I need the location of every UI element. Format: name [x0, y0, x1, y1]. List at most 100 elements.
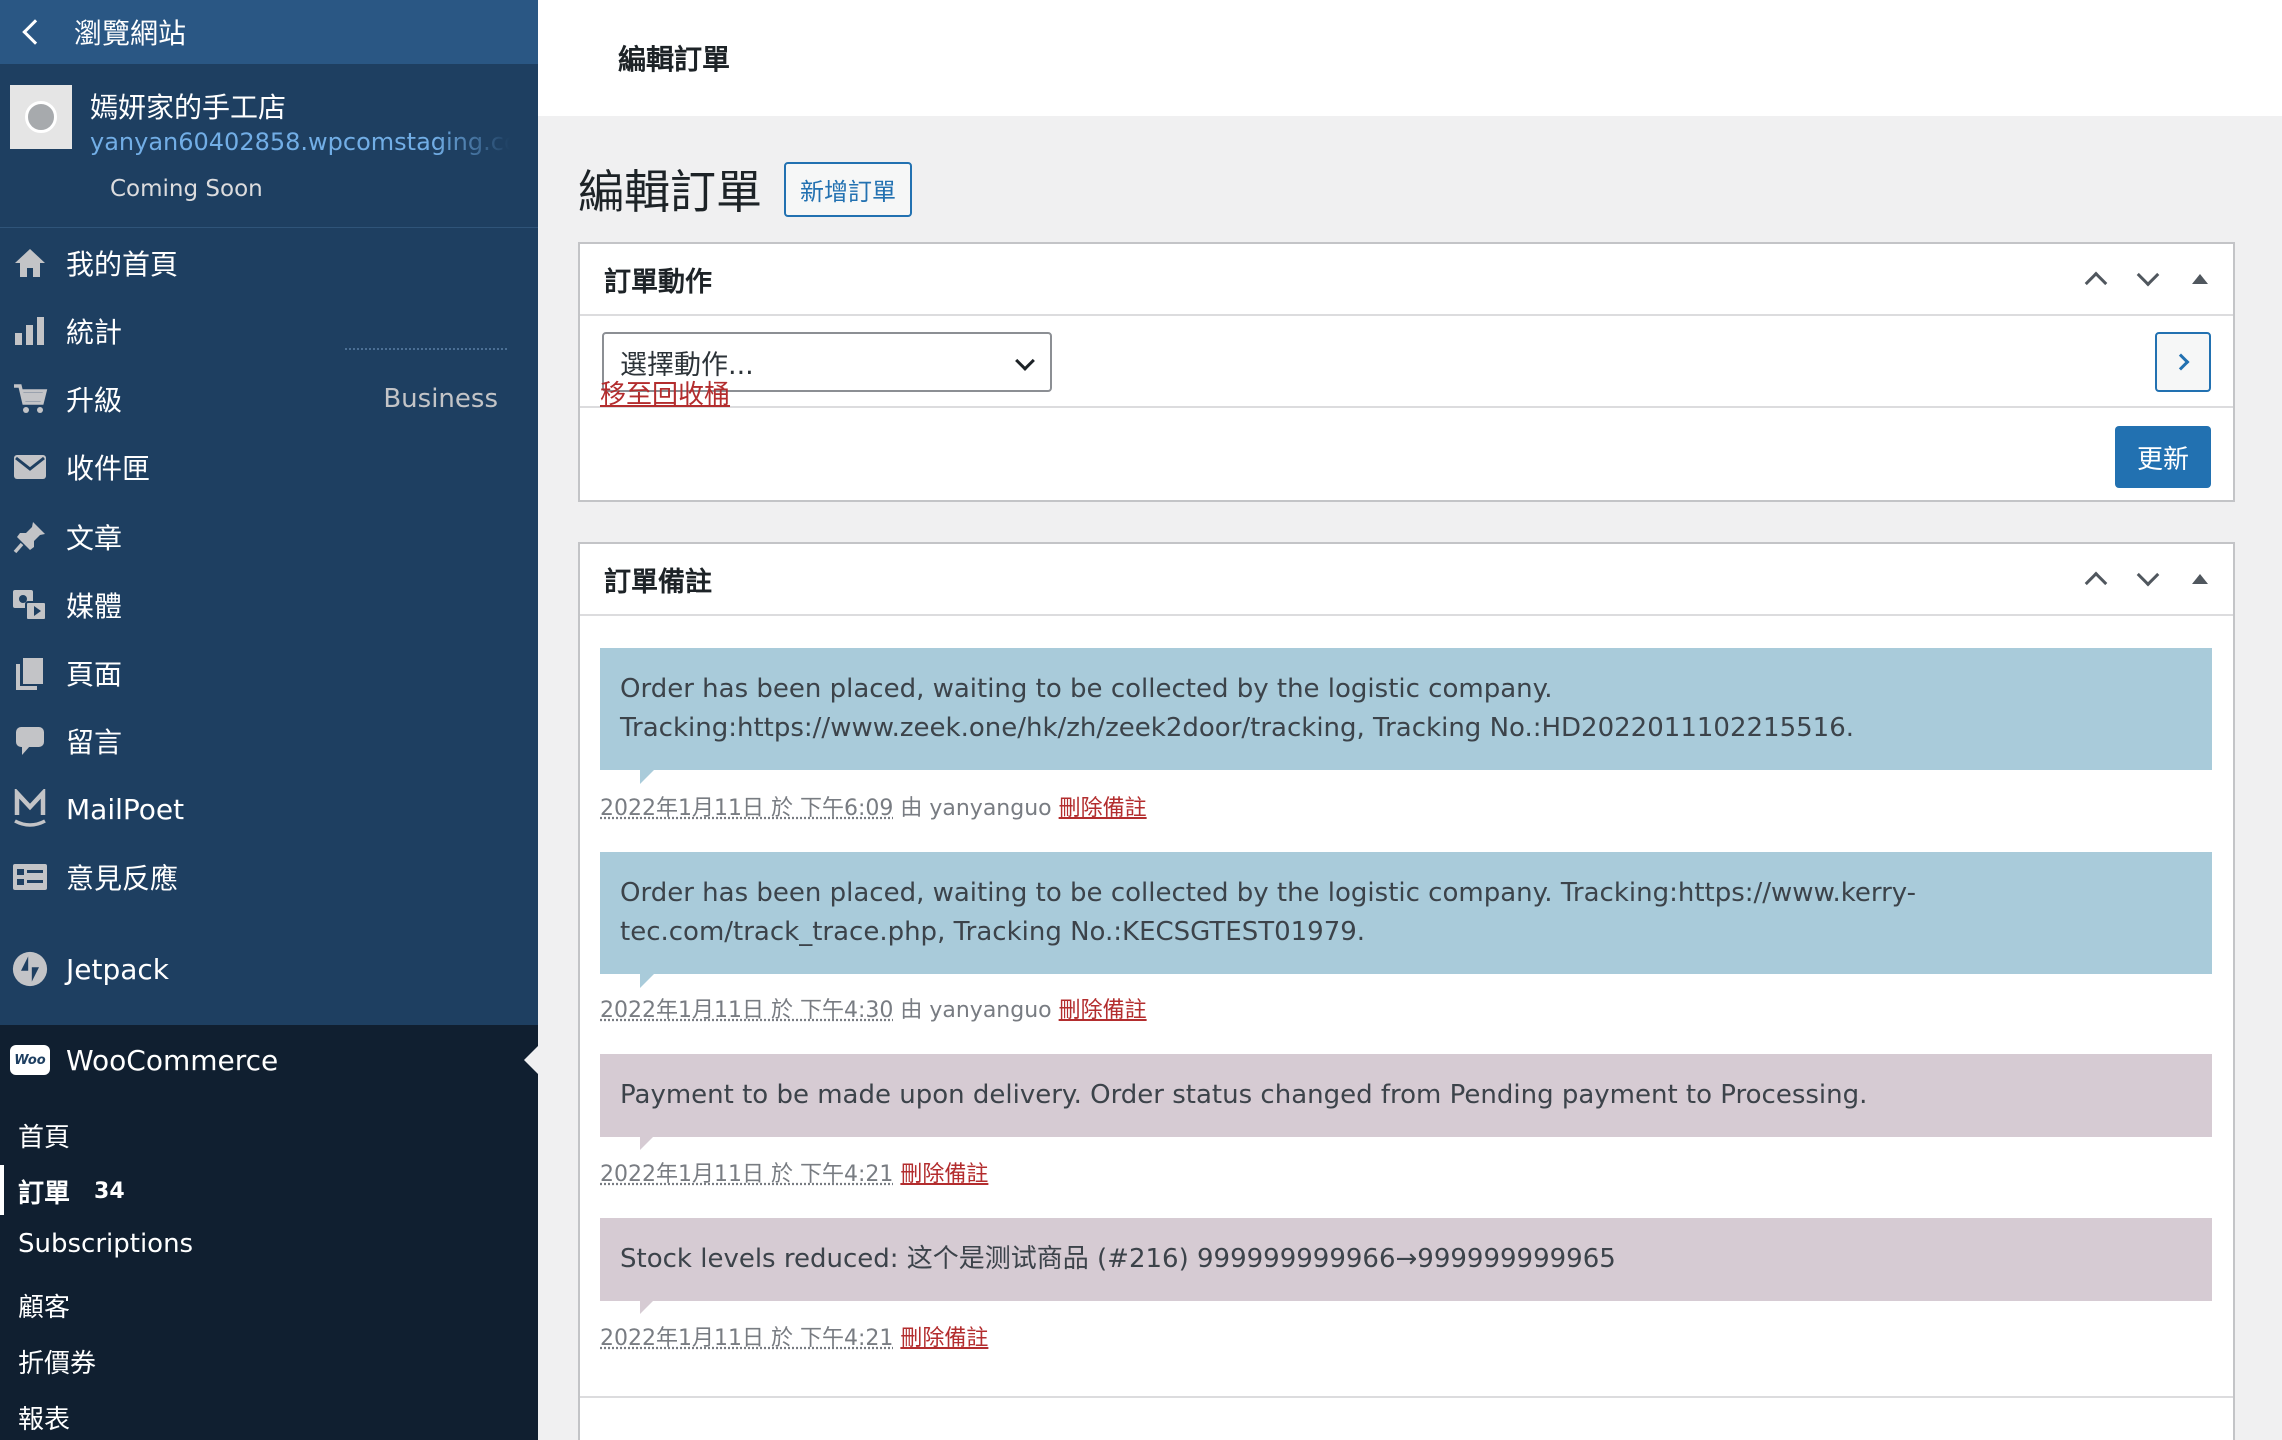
- move-up-button[interactable]: [2081, 564, 2111, 595]
- triangle-up-icon: [2192, 274, 2208, 284]
- panel-title: 訂單動作: [604, 266, 712, 298]
- note-tail: [640, 968, 660, 988]
- order-notes-panel: 訂單備註 Order has been placed, waiting to b…: [578, 542, 2235, 1440]
- sidebar-item-label: 收件匣: [66, 452, 151, 485]
- chevron-down-icon: [1015, 351, 1035, 371]
- pin-icon: [12, 519, 48, 555]
- sidebar-item-label: 我的首頁: [66, 248, 179, 281]
- pages-icon: [12, 655, 48, 691]
- order-note: Order has been placed, waiting to be col…: [600, 648, 2212, 784]
- chevron-down-icon: [2136, 263, 2160, 287]
- globe-icon: [25, 101, 57, 133]
- add-order-button[interactable]: 新增訂單: [784, 161, 912, 217]
- sidebar-item-woocommerce[interactable]: Woo WooCommerce: [0, 1025, 538, 1095]
- sidebar-item-stats[interactable]: 統計: [0, 300, 538, 362]
- toggle-panel-button[interactable]: [2185, 564, 2215, 594]
- order-note: Payment to be made upon delivery. Order …: [600, 1054, 2212, 1150]
- panel-header: 訂單動作: [580, 244, 2233, 316]
- order-note: Stock levels reduced: 这个是测试商品 (#216) 999…: [600, 1218, 2212, 1314]
- move-down-button[interactable]: [2133, 263, 2163, 294]
- submenu-item-subscriptions[interactable]: Subscriptions: [18, 1229, 193, 1259]
- note-meta: 2022年1月11日 於 下午4:21 刪除備註: [600, 1156, 988, 1188]
- note-author: 由 yanyanguo: [893, 796, 1059, 821]
- sidebar-item-label: Jetpack: [66, 952, 170, 986]
- sidebar-item-inbox[interactable]: 收件匣: [0, 436, 538, 498]
- submenu-item-reports[interactable]: 報表: [18, 1399, 70, 1436]
- delete-note-link[interactable]: 刪除備註: [900, 1162, 988, 1187]
- sidebar-item-pages[interactable]: 頁面: [0, 642, 538, 704]
- submenu-item-customers[interactable]: 顧客: [18, 1287, 70, 1324]
- submenu-item-coupons[interactable]: 折價券: [18, 1343, 96, 1380]
- sidebar-item-jetpack[interactable]: Jetpack: [0, 938, 538, 1000]
- sidebar-item-label: MailPoet: [66, 792, 185, 826]
- mail-icon: [12, 449, 48, 485]
- order-note: Order has been placed, waiting to be col…: [600, 852, 2212, 988]
- mailpoet-icon: [12, 789, 48, 827]
- chevron-up-icon: [2084, 571, 2108, 595]
- note-date: 2022年1月11日 於 下午6:09: [600, 796, 894, 821]
- chevron-left-icon: [22, 19, 48, 45]
- sidebar-item-label: 升級: [66, 384, 123, 417]
- sidebar-item-comments[interactable]: 留言: [0, 710, 538, 772]
- current-menu-pointer: [524, 1046, 538, 1074]
- move-up-button[interactable]: [2081, 264, 2111, 295]
- sidebar-item-label: 媒體: [66, 590, 123, 623]
- note-date: 2022年1月11日 於 下午4:21: [600, 1162, 894, 1187]
- triangle-up-icon: [2192, 574, 2208, 584]
- browse-site-link[interactable]: 瀏覽網站: [0, 0, 538, 64]
- note-tail: [640, 764, 660, 784]
- woocommerce-submenu: 首頁 訂單 34 Subscriptions 顧客 折價券 報表: [0, 1095, 538, 1440]
- site-url[interactable]: yanyan60402858.wpcomstaging.com: [90, 128, 510, 156]
- sidebar-item-media[interactable]: 媒體: [0, 574, 538, 636]
- sidebar-item-my-home[interactable]: 我的首頁: [0, 232, 538, 294]
- toggle-panel-button[interactable]: [2185, 264, 2215, 294]
- submenu-item-home[interactable]: 首頁: [18, 1117, 70, 1154]
- feedback-icon: [12, 859, 48, 895]
- jetpack-icon: [12, 951, 48, 987]
- notes-divider: [580, 1396, 2233, 1398]
- sidebar-item-label: WooCommerce: [66, 1043, 279, 1077]
- page-title: 編輯訂單: [578, 165, 762, 219]
- panel-controls: [2081, 544, 2215, 614]
- move-to-trash-link[interactable]: 移至回收桶: [600, 374, 730, 411]
- chevron-down-icon: [2136, 563, 2160, 587]
- home-icon: [12, 245, 48, 281]
- plan-badge: Business: [383, 384, 498, 414]
- note-author: 由 yanyanguo: [893, 998, 1059, 1023]
- sidebar-item-feedback[interactable]: 意見反應: [0, 846, 538, 908]
- sidebar-item-posts[interactable]: 文章: [0, 506, 538, 568]
- sidebar-item-upgrade[interactable]: 升級 Business: [0, 368, 538, 430]
- site-icon[interactable]: [10, 85, 72, 149]
- browse-site-label: 瀏覽網站: [74, 17, 187, 50]
- note-meta: 2022年1月11日 於 下午4:21 刪除備註: [600, 1320, 988, 1352]
- site-name[interactable]: 嫣妍家的手工店: [90, 86, 286, 126]
- media-icon: [12, 587, 48, 623]
- note-date: 2022年1月11日 於 下午4:30: [600, 998, 894, 1023]
- sidebar-item-label: 頁面: [66, 658, 123, 691]
- delete-note-link[interactable]: 刪除備註: [1059, 998, 1147, 1023]
- note-meta: 2022年1月11日 於 下午4:30 由 yanyanguo 刪除備註: [600, 992, 1147, 1024]
- note-tail: [640, 1294, 660, 1314]
- orders-count-badge: 34: [94, 1179, 125, 1204]
- note-content: Order has been placed, waiting to be col…: [600, 852, 2212, 974]
- cart-icon: [12, 381, 48, 417]
- delete-note-link[interactable]: 刪除備註: [900, 1326, 988, 1351]
- panel-controls: [2081, 244, 2215, 314]
- sidebar-item-mailpoet[interactable]: MailPoet: [0, 778, 538, 840]
- submenu-item-orders[interactable]: 訂單 34: [18, 1173, 125, 1210]
- note-date: 2022年1月11日 於 下午4:21: [600, 1326, 894, 1351]
- update-button[interactable]: 更新: [2115, 426, 2211, 488]
- stats-icon: [12, 313, 48, 349]
- admin-sidebar: 瀏覽網站 嫣妍家的手工店 yanyan60402858.wpcomstaging…: [0, 0, 538, 1440]
- note-tail: [640, 1130, 660, 1150]
- chevron-up-icon: [2084, 271, 2108, 295]
- delete-note-link[interactable]: 刪除備註: [1059, 796, 1147, 821]
- apply-action-button[interactable]: [2155, 332, 2211, 392]
- move-down-button[interactable]: [2133, 563, 2163, 594]
- action-row: 選擇動作...: [580, 316, 2233, 408]
- header-title: 編輯訂單: [618, 43, 731, 76]
- page-heading: 編輯訂單 新增訂單: [578, 156, 912, 222]
- submenu-item-label: 訂單: [18, 1179, 71, 1209]
- woocommerce-logo: Woo: [10, 1045, 50, 1075]
- note-content: Payment to be made upon delivery. Order …: [600, 1054, 2212, 1137]
